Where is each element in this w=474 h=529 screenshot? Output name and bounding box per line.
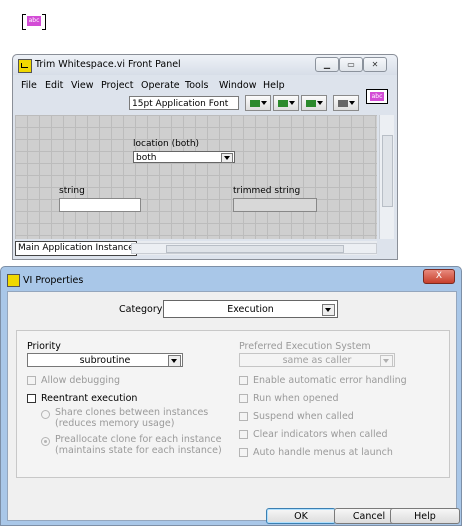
font-select[interactable]: 15pt Application Font <box>129 96 239 110</box>
category-value: Execution <box>227 304 274 315</box>
category-select[interactable]: Execution <box>163 300 338 318</box>
reorder-button[interactable] <box>333 95 359 111</box>
minimize-button[interactable]: ▁ <box>315 57 339 72</box>
auto-handle-menus-checkbox <box>239 448 248 457</box>
preallocate-clone-label: Preallocate clone for each instance <box>55 434 222 445</box>
title-bar: Trim Whitespace.vi Front Panel ▁ ▭ ✕ <box>13 55 397 75</box>
chevron-down-icon <box>380 355 393 367</box>
chevron-down-icon <box>289 101 295 105</box>
scroll-thumb[interactable] <box>382 135 393 207</box>
vi-properties-dialog: VI Properties X Category Execution Prior… <box>0 266 462 526</box>
align-objects-button[interactable] <box>245 95 271 111</box>
dialog-title-bar: VI Properties X <box>1 267 461 291</box>
trimmed-string-indicator <box>233 198 317 212</box>
close-button[interactable]: X <box>423 269 455 284</box>
scroll-thumb[interactable] <box>166 245 344 253</box>
clear-indicators-label: Clear indicators when called <box>253 429 388 440</box>
chevron-down-icon[interactable] <box>168 355 181 367</box>
menu-project[interactable]: Project <box>101 80 134 91</box>
resize-icon <box>306 100 316 107</box>
menu-operate[interactable]: Operate <box>141 80 180 91</box>
menu-file[interactable]: File <box>21 80 37 91</box>
chevron-down-icon <box>261 101 267 105</box>
string-control[interactable] <box>59 198 141 212</box>
menu-help[interactable]: Help <box>263 80 285 91</box>
window-title: Trim Whitespace.vi Front Panel <box>35 59 181 70</box>
string-label: string <box>59 186 85 196</box>
allow-debugging-label: Allow debugging <box>41 375 121 386</box>
chevron-down-icon[interactable] <box>322 304 335 316</box>
distribute-objects-button[interactable] <box>273 95 299 111</box>
maximize-button[interactable]: ▭ <box>339 57 363 72</box>
chevron-down-icon[interactable] <box>221 153 233 163</box>
preferred-execution-select: same as caller <box>239 353 395 367</box>
location-ring[interactable]: both <box>133 151 235 163</box>
reentrant-checkbox[interactable] <box>27 394 36 403</box>
vi-icon <box>7 274 20 287</box>
reentrant-label: Reentrant execution <box>41 393 138 404</box>
close-button[interactable]: ✕ <box>363 57 387 72</box>
location-value: both <box>136 153 157 163</box>
preferred-execution-value: same as caller <box>282 355 352 366</box>
front-panel-window: Trim Whitespace.vi Front Panel ▁ ▭ ✕ Fil… <box>12 54 398 260</box>
dialog-body: Category Execution Priority subroutine P… <box>7 291 460 524</box>
auto-error-label: Enable automatic error handling <box>253 375 407 386</box>
vertical-scrollbar[interactable] <box>379 115 394 239</box>
align-icon <box>250 100 260 107</box>
font-select-value: 15pt Application Font <box>132 99 229 109</box>
suspend-when-called-checkbox <box>239 412 248 421</box>
resize-objects-button[interactable] <box>301 95 327 111</box>
share-clones-radio <box>41 410 50 419</box>
menu-bar: File Edit View Project Operate Tools Win… <box>17 79 369 93</box>
priority-value: subroutine <box>79 355 131 366</box>
allow-debugging-checkbox <box>27 376 36 385</box>
ok-button[interactable]: OK <box>266 508 336 524</box>
panel-grid[interactable]: location (both) both string trimmed stri… <box>15 115 377 239</box>
execution-panel: Priority subroutine Preferred Execution … <box>16 330 450 478</box>
category-label: Category <box>119 304 163 315</box>
menu-view[interactable]: View <box>71 80 94 91</box>
string-constant-icon: abc <box>22 14 46 30</box>
dialog-title: VI Properties <box>23 275 84 286</box>
share-clones-label: Share clones between instances <box>55 407 209 418</box>
reorder-icon <box>338 100 348 107</box>
distribute-icon <box>278 100 288 107</box>
vi-icon <box>18 59 32 73</box>
preallocate-clone-sublabel: (maintains state for each instance) <box>55 445 222 456</box>
chevron-down-icon <box>317 101 323 105</box>
menu-tools[interactable]: Tools <box>185 80 208 91</box>
help-button[interactable]: Help <box>390 508 460 524</box>
priority-label: Priority <box>27 341 61 352</box>
priority-select[interactable]: subroutine <box>27 353 183 367</box>
vi-connector-icon: abc <box>366 89 388 104</box>
suspend-when-called-label: Suspend when called <box>253 411 354 422</box>
clear-indicators-checkbox <box>239 430 248 439</box>
share-clones-sublabel: (reduces memory usage) <box>55 418 175 429</box>
status-bar: Main Application Instance <box>15 241 377 256</box>
chevron-down-icon <box>349 101 355 105</box>
preallocate-clone-radio <box>41 437 50 446</box>
auto-error-checkbox <box>239 376 248 385</box>
auto-handle-menus-label: Auto handle menus at launch <box>253 447 393 458</box>
menu-window[interactable]: Window <box>219 80 256 91</box>
preferred-execution-label: Preferred Execution System <box>239 341 371 352</box>
run-when-opened-label: Run when opened <box>253 393 339 404</box>
menu-edit[interactable]: Edit <box>45 80 63 91</box>
toolbar: 15pt Application Font <box>17 95 393 113</box>
location-label: location (both) <box>133 139 200 149</box>
horizontal-scrollbar[interactable] <box>131 243 377 254</box>
trimmed-string-label: trimmed string <box>233 186 301 196</box>
application-instance[interactable]: Main Application Instance <box>15 241 137 256</box>
run-when-opened-checkbox <box>239 394 248 403</box>
